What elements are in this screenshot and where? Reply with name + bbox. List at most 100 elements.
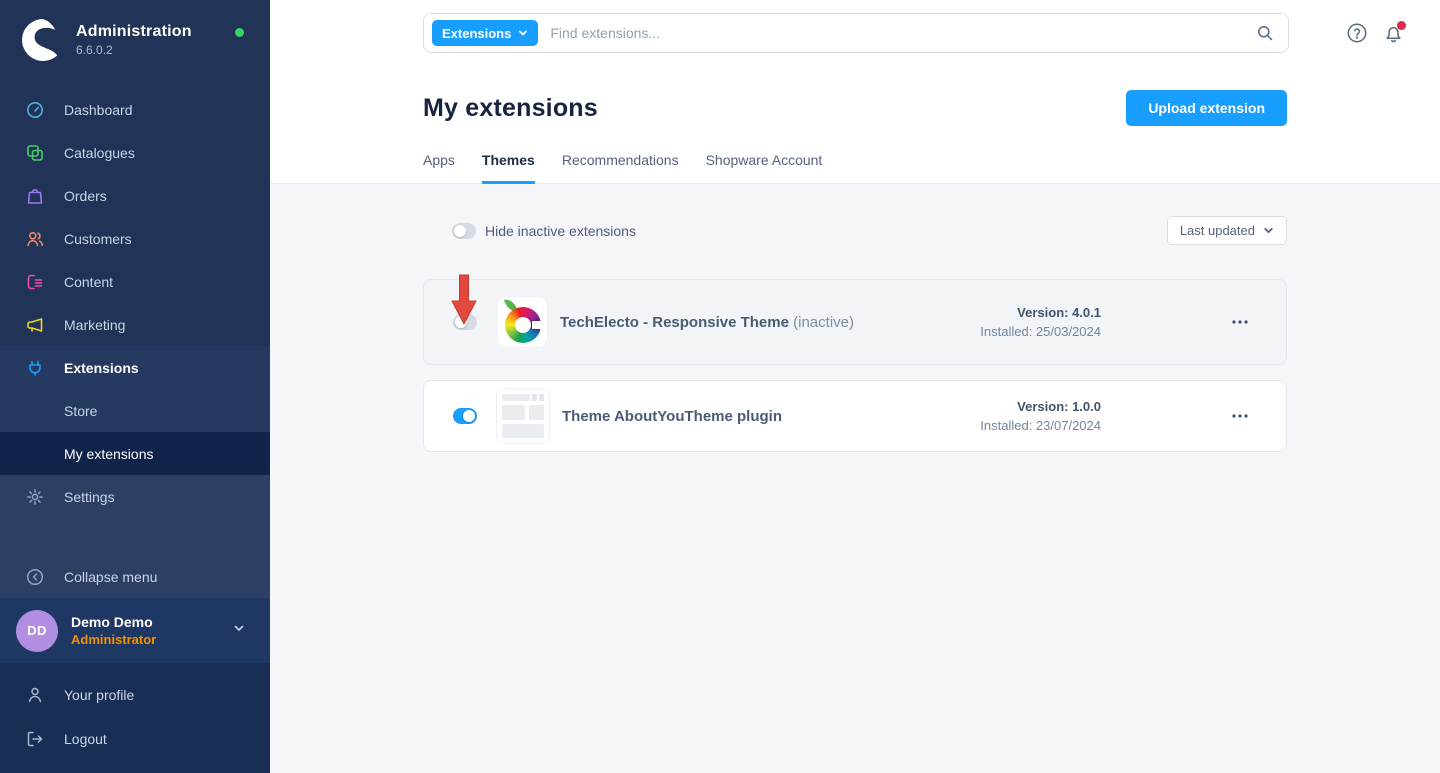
dashboard-icon — [25, 100, 45, 120]
extension-installed-date: Installed: 25/03/2024 — [980, 324, 1101, 339]
content-icon — [25, 272, 45, 292]
extension-name: Theme AboutYouTheme plugin — [562, 408, 782, 425]
hide-inactive-group: Hide inactive extensions — [452, 222, 636, 239]
extension-installed-date: Installed: 23/07/2024 — [980, 418, 1101, 433]
orders-icon — [25, 186, 45, 206]
page-title: My extensions — [423, 93, 598, 122]
sidebar-item-orders[interactable]: Orders — [0, 174, 270, 217]
placeholder-body — [502, 405, 544, 420]
shopware-logo-icon — [22, 19, 64, 61]
avatar: DD — [16, 609, 58, 652]
sidebar-item-marketing[interactable]: Marketing — [0, 303, 270, 346]
your-profile-label: Your profile — [64, 687, 135, 703]
extension-version: Version: 1.0.0 — [1017, 399, 1101, 414]
placeholder-block — [502, 405, 525, 420]
sidebar-item-my-extensions[interactable]: My extensions — [0, 432, 270, 475]
catalogues-icon — [25, 143, 45, 163]
theme-placeholder-icon — [496, 388, 550, 444]
chevron-down-icon — [519, 30, 528, 36]
sidebar-nav: Dashboard Catalogues Orders Customers Co… — [0, 72, 270, 346]
chevron-down-icon — [1264, 227, 1273, 234]
customers-icon — [25, 229, 45, 249]
placeholder-square — [532, 394, 537, 401]
tab-bar: Apps Themes Recommendations Shopware Acc… — [270, 130, 1440, 184]
user-info: Demo Demo Administrator — [71, 614, 156, 647]
extension-status-text: (inactive) — [793, 313, 854, 331]
extension-meta: Version: 1.0.0 Installed: 23/07/2024 — [980, 397, 1101, 435]
extension-card-aboutyoutheme: Theme AboutYouTheme plugin Version: 1.0.… — [423, 380, 1287, 452]
sidebar-item-store[interactable]: Store — [0, 389, 270, 432]
sidebar-item-label: Settings — [64, 488, 115, 505]
extension-version: Version: 4.0.1 — [1017, 305, 1101, 320]
page-header: My extensions Upload extension — [270, 66, 1440, 130]
person-icon — [25, 685, 45, 705]
placeholder-block — [528, 405, 544, 420]
extension-activate-toggle[interactable] — [453, 408, 477, 424]
placeholder-header — [502, 394, 544, 401]
sidebar-item-label: Content — [64, 273, 114, 290]
sidebar-item-extensions[interactable]: Extensions — [0, 346, 270, 389]
sort-dropdown[interactable]: Last updated — [1166, 216, 1287, 245]
upload-extension-button[interactable]: Upload extension — [1126, 90, 1287, 126]
toggle-knob — [455, 316, 467, 328]
sidebar-item-catalogues[interactable]: Catalogues — [0, 131, 270, 174]
placeholder-bar — [502, 394, 530, 401]
logout-button[interactable]: Logout — [0, 717, 270, 761]
toggle-knob — [454, 224, 466, 237]
search-scope-chip[interactable]: Extensions — [432, 20, 539, 46]
sidebar-lower: Settings Collapse menu — [0, 475, 270, 598]
collapse-menu-button[interactable]: Collapse menu — [0, 555, 270, 598]
sidebar-footer: Your profile Logout — [0, 663, 270, 773]
ellipsis-icon — [1232, 414, 1248, 418]
context-menu-button[interactable] — [1226, 314, 1254, 330]
sidebar-subitem-label: My extensions — [64, 445, 154, 462]
sidebar-item-label: Extensions — [64, 359, 139, 376]
your-profile-button[interactable]: Your profile — [0, 673, 270, 717]
extension-name: TechElecto - Responsive Theme (inactive) — [560, 314, 854, 331]
extension-name-text: Theme AboutYouTheme plugin — [562, 407, 782, 425]
placeholder-block — [502, 424, 544, 438]
sidebar-item-settings[interactable]: Settings — [0, 475, 270, 518]
extensions-panel: Hide inactive extensions Last updated Te… — [270, 184, 1440, 773]
notification-bell-icon[interactable] — [1383, 20, 1406, 44]
tab-recommendations[interactable]: Recommendations — [562, 152, 679, 184]
logout-label: Logout — [64, 731, 107, 747]
topbar: Extensions — [270, 0, 1440, 66]
extensions-plug-icon — [25, 358, 45, 378]
extension-meta: Version: 4.0.1 Installed: 25/03/2024 — [980, 303, 1101, 341]
online-status-dot — [235, 28, 244, 37]
app-title-block: Administration 6.6.0.2 — [76, 23, 192, 57]
sidebar-item-content[interactable]: Content — [0, 260, 270, 303]
sort-dropdown-label: Last updated — [1179, 223, 1255, 238]
notification-dot — [1397, 20, 1406, 30]
search-scope-label: Extensions — [442, 25, 512, 41]
sidebar-item-dashboard[interactable]: Dashboard — [0, 88, 270, 131]
sidebar-item-label: Orders — [64, 187, 107, 204]
marketing-icon — [25, 315, 45, 335]
topbar-icons — [1346, 0, 1406, 66]
extension-activate-toggle[interactable] — [453, 314, 477, 330]
help-icon[interactable] — [1346, 22, 1368, 44]
user-menu[interactable]: DD Demo Demo Administrator — [0, 598, 270, 663]
user-name: Demo Demo — [71, 614, 153, 630]
sidebar-subitem-label: Store — [64, 402, 98, 419]
ellipsis-icon — [1232, 320, 1248, 324]
logout-icon — [25, 729, 45, 749]
sidebar-item-customers[interactable]: Customers — [0, 217, 270, 260]
chevron-down-icon — [232, 621, 246, 640]
extension-card-techelecto: TechElecto - Responsive Theme (inactive)… — [423, 274, 1287, 365]
sidebar: Administration 6.6.0.2 Dashboard Catalog… — [0, 0, 270, 773]
context-menu-button[interactable] — [1226, 408, 1254, 424]
sidebar-item-label: Marketing — [64, 316, 126, 333]
tab-themes[interactable]: Themes — [481, 152, 535, 184]
sidebar-item-label: Customers — [64, 230, 132, 247]
global-search[interactable]: Extensions — [423, 13, 1289, 53]
user-role: Administrator — [71, 632, 157, 647]
tab-apps[interactable]: Apps — [423, 152, 455, 184]
tab-shopware-account[interactable]: Shopware Account — [706, 152, 823, 184]
search-icon[interactable] — [1256, 24, 1274, 42]
sidebar-item-label: Catalogues — [64, 144, 135, 161]
hide-inactive-toggle[interactable] — [452, 222, 476, 239]
search-input[interactable] — [538, 25, 1256, 41]
sidebar-extensions-group: Extensions Store My extensions — [0, 346, 270, 475]
